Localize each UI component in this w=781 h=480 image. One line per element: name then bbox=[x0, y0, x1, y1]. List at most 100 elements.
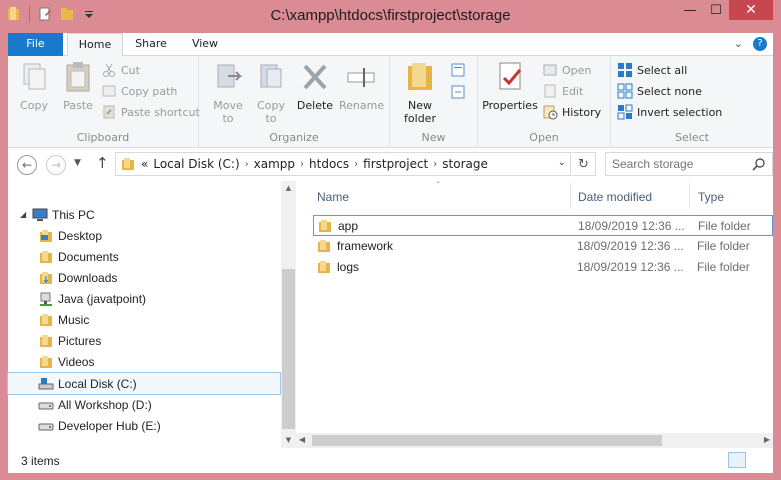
cut-label: Cut bbox=[121, 63, 140, 77]
back-button[interactable]: ← bbox=[17, 155, 37, 175]
folder-icon bbox=[40, 313, 52, 326]
chevron-down-icon[interactable]: ⌄ bbox=[558, 157, 566, 168]
ribbon-controls: ⌄ ? bbox=[734, 37, 767, 51]
file-row[interactable]: app 18/09/2019 12:36 ... File folder bbox=[313, 215, 773, 236]
forward-button[interactable]: → bbox=[46, 155, 66, 175]
recent-locations-icon[interactable]: ▼ bbox=[74, 158, 81, 168]
drive-icon bbox=[38, 402, 54, 409]
nav-label: Music bbox=[58, 312, 90, 327]
scroll-right-icon[interactable]: ▶ bbox=[764, 435, 770, 444]
nav-item-this-pc[interactable]: ◢ This PC bbox=[20, 204, 95, 225]
up-arrow-icon[interactable]: ↑ bbox=[96, 154, 109, 172]
file-row[interactable]: logs 18/09/2019 12:36 ... File folder bbox=[313, 257, 773, 278]
nav-item-developer-hub-e[interactable]: Developer Hub (E:) bbox=[38, 415, 161, 436]
rename-button[interactable]: Rename bbox=[339, 60, 384, 112]
cut-button[interactable]: Cut bbox=[101, 60, 140, 80]
window-controls: — ☐ ✕ bbox=[677, 0, 773, 20]
copy-path-button[interactable]: Copy path bbox=[101, 81, 177, 101]
group-label-new: New bbox=[421, 131, 446, 144]
scroll-down-icon[interactable]: ▼ bbox=[281, 433, 296, 448]
breadcrumb-htdocs[interactable]: htdocs bbox=[304, 157, 354, 171]
nav-item-desktop[interactable]: Desktop bbox=[38, 225, 102, 246]
scissors-icon bbox=[103, 63, 115, 77]
large-icons-view-icon[interactable] bbox=[749, 452, 767, 468]
paste-shortcut-button[interactable]: Paste shortcut bbox=[101, 102, 200, 122]
copy-button[interactable]: Copy bbox=[16, 60, 52, 112]
folder-icon bbox=[408, 63, 432, 90]
nav-item-pictures[interactable]: Pictures bbox=[38, 330, 101, 351]
tab-share[interactable]: Share bbox=[126, 33, 176, 56]
nav-item-local-disk-c[interactable]: Local Disk (C:) bbox=[7, 372, 281, 395]
scroll-up-icon[interactable]: ▲ bbox=[281, 181, 296, 196]
delete-icon bbox=[303, 64, 327, 90]
file-row[interactable]: framework 18/09/2019 12:36 ... File fold… bbox=[313, 236, 773, 257]
tab-home[interactable]: Home bbox=[67, 33, 123, 56]
select-none-button[interactable]: Select none bbox=[617, 81, 702, 101]
group-label-organize: Organize bbox=[269, 131, 319, 144]
ribbon-expand-icon[interactable]: ⌄ bbox=[734, 37, 743, 51]
paste-label: Paste bbox=[63, 99, 93, 112]
back-arrow-icon: ← bbox=[21, 158, 33, 172]
invert-selection-icon bbox=[617, 104, 633, 120]
ribbon-tabs: File Home Share View ⌄ ? bbox=[8, 33, 773, 56]
column-divider[interactable] bbox=[570, 183, 571, 209]
scrollbar-thumb[interactable] bbox=[312, 435, 662, 446]
tab-file[interactable]: File bbox=[8, 33, 63, 56]
select-all-label: Select all bbox=[637, 63, 688, 77]
nav-label: Pictures bbox=[58, 333, 102, 348]
details-view-icon[interactable] bbox=[728, 452, 746, 468]
search-input[interactable] bbox=[606, 153, 746, 175]
expand-arrow-icon[interactable]: ◢ bbox=[20, 210, 28, 219]
help-icon[interactable]: ? bbox=[753, 37, 767, 51]
nav-item-videos[interactable]: Videos bbox=[38, 351, 94, 372]
content-scrollbar[interactable]: ◀ ▶ bbox=[296, 433, 773, 448]
nav-item-music[interactable]: Music bbox=[38, 309, 89, 330]
search-box[interactable] bbox=[605, 152, 773, 176]
nav-scrollbar[interactable]: ▲ ▼ bbox=[281, 181, 296, 448]
column-header-type[interactable]: Type bbox=[698, 181, 724, 213]
folder-icon bbox=[40, 334, 52, 347]
item-count: 3 items bbox=[21, 454, 60, 468]
invert-selection-button[interactable]: Invert selection bbox=[617, 102, 722, 122]
breadcrumb-firstproject[interactable]: firstproject bbox=[358, 157, 433, 171]
nav-item-downloads[interactable]: Downloads bbox=[38, 267, 117, 288]
breadcrumb-xampp[interactable]: xampp bbox=[249, 157, 300, 171]
properties-button[interactable]: Properties bbox=[482, 60, 538, 112]
history-button[interactable]: History bbox=[542, 102, 601, 122]
breadcrumb-storage[interactable]: storage bbox=[437, 157, 493, 171]
file-name: framework bbox=[337, 239, 394, 253]
select-all-button[interactable]: Select all bbox=[617, 60, 687, 80]
nav-label: Developer Hub (E:) bbox=[58, 418, 161, 433]
edit-button[interactable]: Edit bbox=[542, 81, 583, 101]
maximize-button[interactable]: ☐ bbox=[703, 0, 729, 20]
nav-item-java[interactable]: Java (javatpoint) bbox=[38, 288, 146, 309]
copy-to-icon bbox=[260, 64, 282, 88]
column-header-name[interactable]: Name bbox=[317, 181, 349, 213]
breadcrumb-local-disk[interactable]: Local Disk (C:) bbox=[153, 157, 244, 171]
nav-item-documents[interactable]: Documents bbox=[38, 246, 119, 267]
close-button[interactable]: ✕ bbox=[729, 0, 773, 20]
breadcrumb-prefix[interactable]: « bbox=[136, 157, 153, 171]
open-button[interactable]: Open bbox=[542, 60, 591, 80]
new-folder-label: New folder bbox=[404, 99, 436, 125]
column-header-date[interactable]: Date modified bbox=[578, 181, 652, 213]
nav-item-all-workshop-d[interactable]: All Workshop (D:) bbox=[38, 394, 152, 415]
search-icon[interactable] bbox=[752, 157, 766, 171]
group-label-select: Select bbox=[675, 131, 709, 144]
column-divider[interactable] bbox=[689, 183, 690, 209]
delete-button[interactable]: Delete bbox=[295, 60, 335, 112]
paste-button[interactable]: Paste bbox=[58, 60, 98, 112]
tab-view[interactable]: View bbox=[180, 33, 230, 56]
address-bar[interactable]: « Local Disk (C:) › xampp › htdocs › fir… bbox=[115, 152, 571, 176]
new-folder-button[interactable]: New folder bbox=[396, 60, 444, 125]
scroll-left-icon[interactable]: ◀ bbox=[299, 435, 305, 444]
new-item-icon[interactable] bbox=[450, 62, 466, 78]
open-icon bbox=[543, 64, 557, 76]
refresh-button[interactable]: ↻ bbox=[572, 152, 596, 176]
easy-access-icon[interactable] bbox=[450, 84, 466, 100]
move-to-button[interactable]: Move to bbox=[207, 60, 249, 125]
scrollbar-thumb[interactable] bbox=[282, 269, 295, 429]
edit-icon bbox=[544, 84, 556, 98]
minimize-button[interactable]: — bbox=[677, 0, 703, 20]
copy-to-button[interactable]: Copy to bbox=[251, 60, 291, 125]
